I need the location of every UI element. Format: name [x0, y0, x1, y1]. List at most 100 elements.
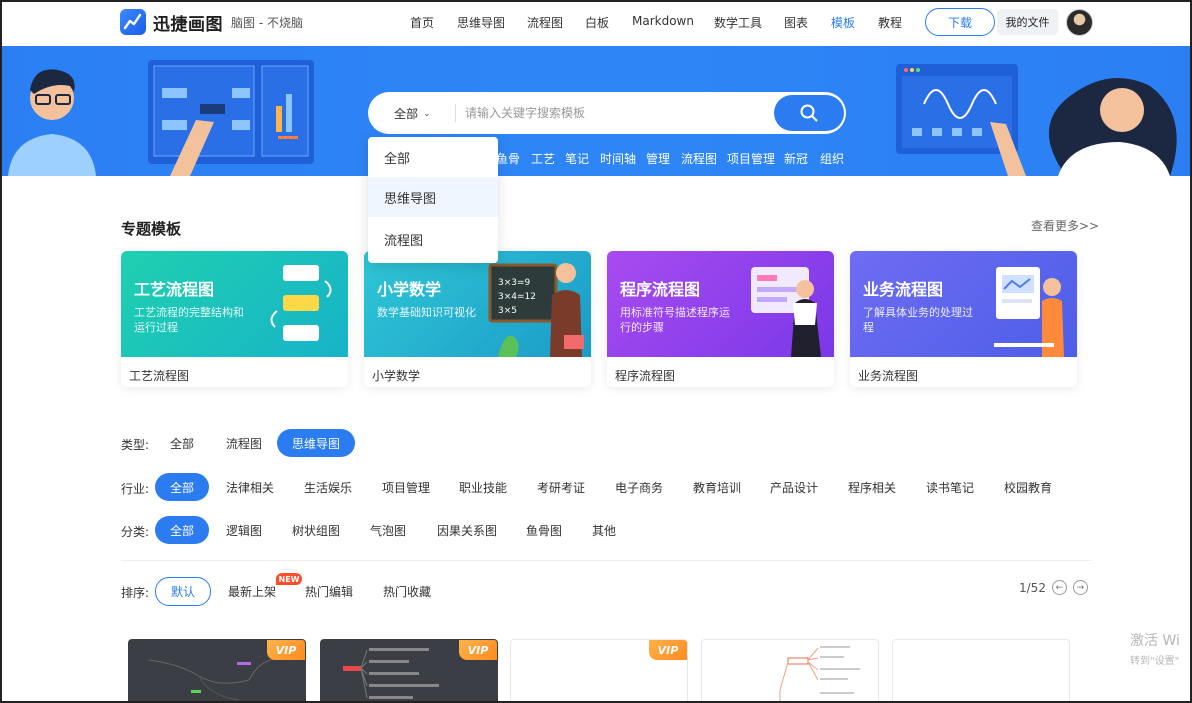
search-banner: 全部 ⌄ 鱼骨 工艺 笔记 时间轴 管理 流程图 项目管理 新冠 组织	[0, 46, 1192, 176]
search-input[interactable]	[465, 103, 765, 123]
filter-chip[interactable]: 其他	[577, 516, 631, 544]
filter-row-type: 类型: 全部 流程图 思维导图	[0, 429, 1192, 457]
search-scope-dropdown: 全部 思维导图 流程图	[368, 137, 498, 263]
filter-row-category: 分类: 全部 逻辑图 树状组图 气泡图 因果关系图 鱼骨图 其他	[0, 516, 1192, 544]
hot-tag[interactable]: 时间轴	[600, 150, 636, 167]
next-page-icon[interactable]: →	[1072, 580, 1088, 595]
topic-card-caption: 业务流程图	[858, 369, 919, 383]
hot-tag[interactable]: 组织	[820, 150, 844, 167]
template-thumbnail[interactable]: VIP	[320, 639, 498, 703]
hot-tag[interactable]: 工艺	[531, 150, 555, 167]
hot-tag[interactable]: 项目管理	[727, 150, 775, 167]
nav-tutorials[interactable]: 教程	[878, 14, 902, 31]
topic-card-desc: 数学基础知识可视化	[377, 306, 476, 319]
nav-whiteboard[interactable]: 白板	[585, 14, 609, 31]
filter-chip[interactable]: 树状组图	[277, 516, 355, 544]
filter-chip[interactable]: 产品设计	[755, 473, 833, 501]
nav-markdown[interactable]: Markdown	[632, 14, 694, 28]
topic-card-title: 小学数学	[377, 280, 442, 299]
sort-chip-selected[interactable]: 默认	[155, 577, 212, 606]
topic-card-image: 程序流程图 用标准符号描述程序运行的步骤	[607, 251, 834, 357]
filter-chip[interactable]: 因果关系图	[422, 516, 512, 544]
nav-flowchart[interactable]: 流程图	[527, 14, 563, 31]
template-thumbnail[interactable]: VIP	[510, 639, 688, 703]
filter-chip[interactable]: 教育培训	[678, 473, 756, 501]
sort-chip[interactable]: 热门收藏	[368, 577, 446, 605]
vip-badge: VIP	[649, 640, 687, 660]
business-flow-illustration	[994, 267, 1064, 357]
search-scope-label: 全部	[394, 107, 419, 121]
nav-math-tools[interactable]: 数学工具	[714, 14, 762, 31]
logo-icon	[120, 9, 146, 35]
search-button[interactable]	[774, 95, 844, 131]
template-thumbnail[interactable]	[892, 639, 1070, 703]
hot-tag[interactable]: 鱼骨	[496, 150, 520, 167]
see-more-link[interactable]: 查看更多>>	[1031, 217, 1099, 234]
nav-mindmap[interactable]: 思维导图	[457, 14, 505, 31]
math-teacher-illustration: 3×3=9 3×4=12 3×5	[488, 263, 584, 357]
topic-card-title: 程序流程图	[620, 280, 701, 299]
svg-text:3×5: 3×5	[498, 306, 517, 316]
hot-tag[interactable]: 新冠	[784, 150, 808, 167]
my-files-button[interactable]: 我的文件	[997, 9, 1058, 35]
template-thumbnail[interactable]	[701, 639, 879, 703]
brand-name: 迅捷画图	[153, 14, 223, 35]
windows-activation-hint: 转到"设置"	[1130, 656, 1180, 667]
filter-chip[interactable]: 职业技能	[444, 473, 522, 501]
topic-card-image: 3×3=9 3×4=12 3×5 小学数学 数学基础知识可视化	[364, 251, 591, 357]
user-avatar[interactable]	[1066, 9, 1093, 36]
prev-page-icon[interactable]: ←	[1051, 580, 1067, 595]
topic-card-caption: 工艺流程图	[129, 369, 190, 383]
banner-right-illustration	[896, 64, 1177, 176]
filter-label-category: 分类:	[121, 525, 150, 539]
template-thumbnail[interactable]: VIP	[128, 639, 306, 703]
chevron-down-icon: ⌄	[423, 108, 431, 119]
new-badge: NEW	[276, 573, 302, 585]
search-scope-select[interactable]: 全部 ⌄	[394, 105, 431, 122]
hot-tag[interactable]: 管理	[646, 150, 670, 167]
filter-chip[interactable]: 法律相关	[211, 473, 289, 501]
filter-chip-selected[interactable]: 全部	[155, 473, 210, 501]
hot-tag[interactable]: 笔记	[565, 150, 589, 167]
topic-card[interactable]: 业务流程图 了解具体业务的处理过程 业务流程图	[850, 251, 1077, 387]
program-flow-illustration	[751, 267, 821, 357]
nav-templates[interactable]: 模板	[831, 14, 855, 31]
topic-card-desc: 了解具体业务的处理过程	[863, 306, 973, 334]
filter-chip[interactable]: 生活娱乐	[289, 473, 367, 501]
download-button[interactable]: 下载	[925, 8, 995, 36]
banner-left-illustration	[8, 60, 314, 176]
topic-card[interactable]: 3×3=9 3×4=12 3×5 小学数学 数学基础知识可视化 小学数学	[364, 251, 591, 387]
topic-card-desc: 工艺流程的完整结构和运行过程	[134, 306, 244, 334]
top-navigation: 迅捷画图 脑图 - 不烧脑 首页 思维导图 流程图 白板 Markdown 数学…	[0, 0, 1192, 46]
nav-home[interactable]: 首页	[410, 14, 434, 31]
filter-chip-selected[interactable]: 思维导图	[277, 429, 356, 457]
nav-charts[interactable]: 图表	[784, 14, 808, 31]
topic-card[interactable]: 程序流程图 用标准符号描述程序运行的步骤 程序流程图	[607, 251, 834, 387]
sort-chip[interactable]: 热门编辑	[290, 577, 368, 605]
filter-chip[interactable]: 全部	[155, 429, 209, 457]
vip-badge: VIP	[267, 640, 305, 660]
filter-chip[interactable]: 气泡图	[355, 516, 421, 544]
filter-chip[interactable]: 读书笔记	[911, 473, 989, 501]
filter-chip[interactable]: 考研考证	[522, 473, 600, 501]
filter-chip[interactable]: 电子商务	[600, 473, 678, 501]
filter-chip[interactable]: 程序相关	[833, 473, 911, 501]
filter-chip[interactable]: 鱼骨图	[511, 516, 577, 544]
hot-tag[interactable]: 流程图	[681, 150, 717, 167]
filter-chip[interactable]: 校园教育	[989, 473, 1067, 501]
filter-chip[interactable]: 逻辑图	[211, 516, 277, 544]
divider	[121, 560, 1092, 561]
dropdown-option-all[interactable]: 全部	[368, 137, 498, 177]
topics-title: 专题模板	[121, 220, 182, 238]
sort-row: 排序: 默认 最新上架 热门编辑 热门收藏	[0, 577, 1192, 606]
windows-activation-watermark: 激活 Wi	[1130, 633, 1180, 649]
dropdown-option-flowchart[interactable]: 流程图	[368, 219, 498, 259]
filter-chip-selected[interactable]: 全部	[155, 516, 210, 544]
flow-illustration	[270, 265, 332, 341]
dropdown-option-mindmap[interactable]: 思维导图	[368, 177, 498, 217]
brand-logo[interactable]: 迅捷画图 脑图 - 不烧脑	[120, 9, 303, 35]
topic-card[interactable]: 工艺流程图 工艺流程的完整结构和运行过程 工艺流程图	[121, 251, 348, 387]
pagination: 1/52 ← →	[1019, 580, 1088, 595]
filter-chip[interactable]: 项目管理	[367, 473, 445, 501]
filter-chip[interactable]: 流程图	[211, 429, 277, 457]
